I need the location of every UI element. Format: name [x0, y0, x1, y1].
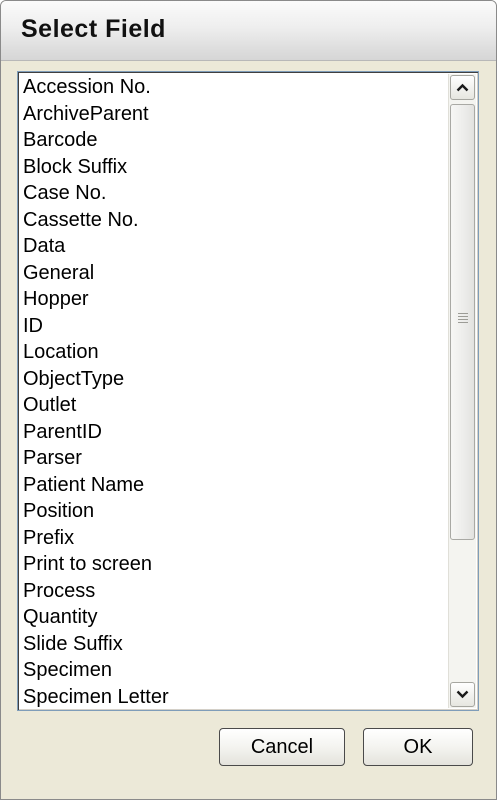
list-item[interactable]: Case No. — [21, 180, 449, 207]
list-item[interactable]: Patient Name — [21, 472, 449, 499]
field-list: Accession No. ArchiveParent Barcode Block S… — [21, 74, 449, 711]
dialog-title: Select Field — [21, 15, 166, 43]
scroll-thumb[interactable] — [450, 104, 475, 540]
list-item[interactable]: ParentID — [21, 419, 449, 446]
list-item[interactable]: ID — [21, 313, 449, 340]
scroll-down-button[interactable] — [450, 682, 475, 707]
title-bar[interactable]: Select Field — [1, 1, 496, 61]
chevron-down-icon — [456, 690, 469, 699]
list-item[interactable]: Parser — [21, 445, 449, 472]
list-item[interactable]: Print to screen — [21, 551, 449, 578]
ok-button[interactable]: OK — [363, 728, 473, 766]
list-item[interactable]: Block Suffix — [21, 154, 449, 181]
list-item[interactable]: Accession No. — [21, 74, 449, 101]
list-item[interactable]: Data — [21, 233, 449, 260]
list-item[interactable]: Cassette No. — [21, 207, 449, 234]
list-item[interactable]: ObjectType — [21, 366, 449, 393]
scroll-up-button[interactable] — [450, 75, 475, 100]
list-item[interactable]: Specimen — [21, 657, 449, 684]
grip-lines-icon — [458, 313, 468, 323]
field-listbox[interactable]: Accession No. ArchiveParent Barcode Block S… — [17, 71, 479, 711]
vertical-scrollbar[interactable] — [448, 74, 476, 708]
dialog-body: Accession No. ArchiveParent Barcode Block S… — [1, 61, 496, 799]
cancel-button[interactable]: Cancel — [219, 728, 345, 766]
list-item[interactable]: Process — [21, 578, 449, 605]
list-item[interactable]: Slide Suffix — [21, 631, 449, 658]
select-field-dialog: Select Field Accession No. ArchiveParent B… — [0, 0, 497, 800]
list-item[interactable]: Specimen Suffix — [21, 710, 449, 711]
list-item[interactable]: Position — [21, 498, 449, 525]
list-item[interactable]: Quantity — [21, 604, 449, 631]
list-item[interactable]: Hopper — [21, 286, 449, 313]
list-item[interactable]: Barcode — [21, 127, 449, 154]
list-item[interactable]: General — [21, 260, 449, 287]
chevron-up-icon — [456, 83, 469, 92]
list-item[interactable]: Location — [21, 339, 449, 366]
list-item[interactable]: ArchiveParent — [21, 101, 449, 128]
list-item[interactable]: Specimen Letter — [21, 684, 449, 711]
list-item[interactable]: Prefix — [21, 525, 449, 552]
list-item[interactable]: Outlet — [21, 392, 449, 419]
